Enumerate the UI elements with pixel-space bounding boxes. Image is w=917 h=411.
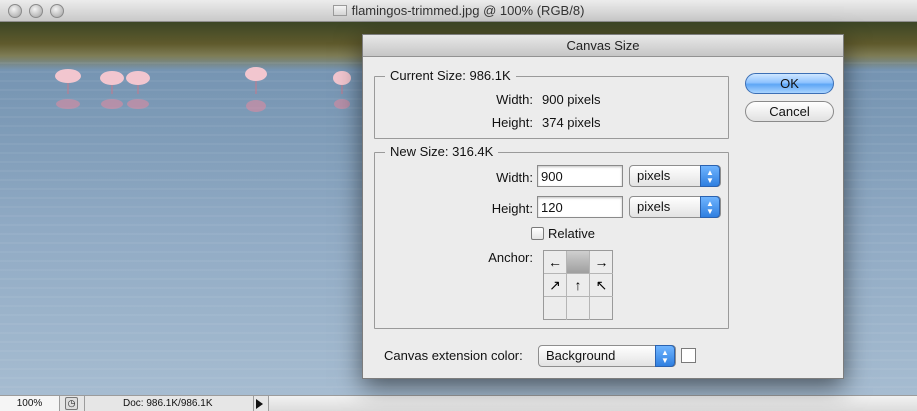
anchor-bottom-right[interactable] [590, 297, 613, 320]
dialog-title[interactable]: Canvas Size [363, 35, 843, 57]
current-height-value: 374 pixels [542, 115, 601, 130]
canvas-size-dialog: Canvas Size Current Size: 986.1K Width: … [362, 34, 844, 379]
anchor-bottom-left[interactable] [544, 297, 567, 320]
anchor-bottom-center[interactable] [567, 297, 590, 320]
horizontal-scrollbar[interactable] [268, 396, 917, 411]
cancel-button[interactable]: Cancel [745, 101, 834, 122]
width-unit-value: pixels [637, 168, 671, 183]
anchor-top-center[interactable] [567, 251, 590, 274]
anchor-middle-center[interactable]: ↑ [567, 274, 590, 297]
ok-button[interactable]: OK [745, 73, 834, 94]
width-unit-arrows-icon: ▲ ▼ [700, 165, 720, 187]
doc-size-info: Doc: 986.1K/986.1K [84, 396, 254, 411]
anchor-top-right[interactable]: → [590, 251, 613, 274]
document-title: flamingos-trimmed.jpg @ 100% (RGB/8) [0, 3, 917, 18]
status-clock-icon[interactable]: ◷ [65, 397, 78, 410]
status-menu-arrow-icon[interactable] [256, 399, 263, 409]
extension-color-swatch[interactable] [681, 348, 696, 363]
new-width-label: Width: [496, 170, 533, 185]
document-proxy-icon[interactable] [332, 5, 347, 16]
current-size-label: Current Size: 986.1K [385, 68, 516, 83]
extension-color-value: Background [546, 348, 616, 363]
width-unit-select[interactable]: pixels ▲ ▼ [629, 165, 721, 187]
height-unit-value: pixels [637, 199, 671, 214]
zoom-field[interactable]: 100% [0, 396, 60, 411]
current-width-value: 900 pixels [542, 92, 601, 107]
anchor-middle-left[interactable]: ↗ [544, 274, 567, 297]
relative-checkbox[interactable] [531, 227, 544, 240]
extension-color-select[interactable]: Background ▲ ▼ [538, 345, 676, 367]
anchor-grid: ← → ↗ ↑ ↖ [543, 250, 613, 320]
new-size-label: New Size: 316.4K [385, 144, 499, 159]
anchor-top-left[interactable]: ← [544, 251, 567, 274]
relative-label[interactable]: Relative [548, 226, 595, 241]
document-titlebar[interactable]: flamingos-trimmed.jpg @ 100% (RGB/8) [0, 0, 917, 22]
status-bar: 100% ◷ Doc: 986.1K/986.1K [0, 395, 917, 411]
extension-color-label: Canvas extension color: [384, 348, 523, 363]
height-unit-arrows-icon: ▲ ▼ [700, 196, 720, 218]
current-size-group: Current Size: 986.1K Width: 900 pixels H… [374, 68, 729, 139]
flamingo-group-image [55, 67, 351, 112]
new-width-input[interactable] [537, 165, 623, 187]
height-unit-select[interactable]: pixels ▲ ▼ [629, 196, 721, 218]
current-height-label: Height: [491, 115, 533, 130]
anchor-middle-right[interactable]: ↖ [590, 274, 613, 297]
anchor-label: Anchor: [488, 250, 533, 265]
new-height-label: Height: [491, 201, 533, 216]
new-height-input[interactable] [537, 196, 623, 218]
current-width-label: Width: [496, 92, 533, 107]
extension-color-arrows-icon: ▲ ▼ [655, 345, 675, 367]
